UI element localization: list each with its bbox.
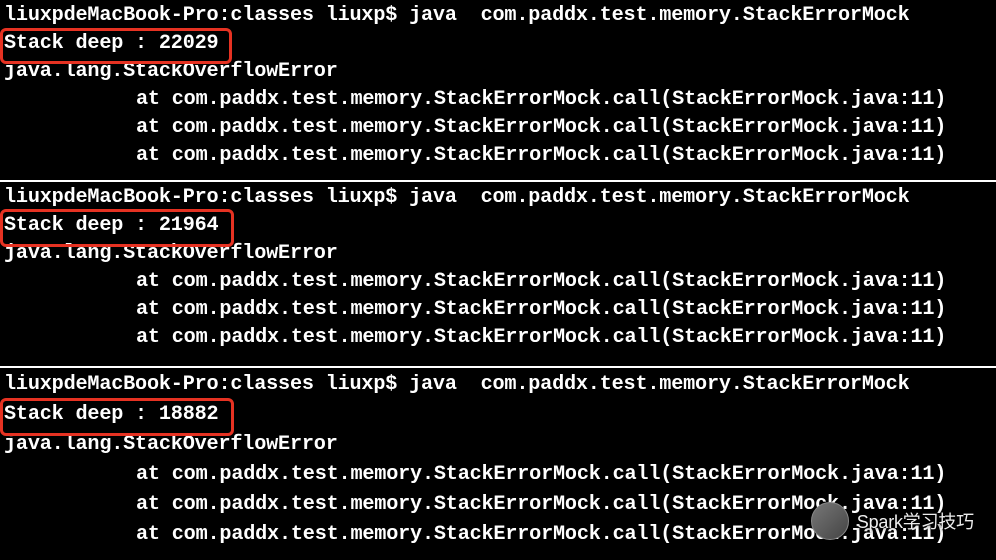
error-line: java.lang.StackOverflowError — [4, 430, 992, 460]
terminal-panel-1: liuxpdeMacBook-Pro:classes liuxp$ java c… — [0, 0, 996, 180]
terminal-prompt: liuxpdeMacBook-Pro:classes liuxp$ java c… — [4, 2, 992, 30]
stack-depth: Stack deep : 21964 — [4, 212, 992, 240]
stack-depth: Stack deep : 22029 — [4, 30, 992, 58]
stack-trace-line: at com.paddx.test.memory.StackErrorMock.… — [4, 296, 992, 324]
stack-depth: Stack deep : 18882 — [4, 400, 992, 430]
terminal-prompt: liuxpdeMacBook-Pro:classes liuxp$ java c… — [4, 370, 992, 400]
error-line: java.lang.StackOverflowError — [4, 240, 992, 268]
terminal-panel-3: liuxpdeMacBook-Pro:classes liuxp$ java c… — [0, 366, 996, 560]
stack-trace-line: at com.paddx.test.memory.StackErrorMock.… — [4, 86, 992, 114]
stack-trace-line: at com.paddx.test.memory.StackErrorMock.… — [4, 324, 992, 352]
stack-trace-line: at com.paddx.test.memory.StackErrorMock.… — [4, 460, 992, 490]
stack-trace-line: at com.paddx.test.memory.StackErrorMock.… — [4, 268, 992, 296]
terminal-prompt: liuxpdeMacBook-Pro:classes liuxp$ java c… — [4, 184, 992, 212]
stack-trace-line: at com.paddx.test.memory.StackErrorMock.… — [4, 114, 992, 142]
terminal-screenshot: liuxpdeMacBook-Pro:classes liuxp$ java c… — [0, 0, 996, 560]
stack-trace-line: at com.paddx.test.memory.StackErrorMock.… — [4, 490, 992, 520]
stack-trace-line: at com.paddx.test.memory.StackErrorMock.… — [4, 142, 992, 170]
terminal-panel-2: liuxpdeMacBook-Pro:classes liuxp$ java c… — [0, 180, 996, 366]
error-line: java.lang.StackOverflowError — [4, 58, 992, 86]
stack-trace-line: at com.paddx.test.memory.StackErrorMock.… — [4, 520, 992, 550]
